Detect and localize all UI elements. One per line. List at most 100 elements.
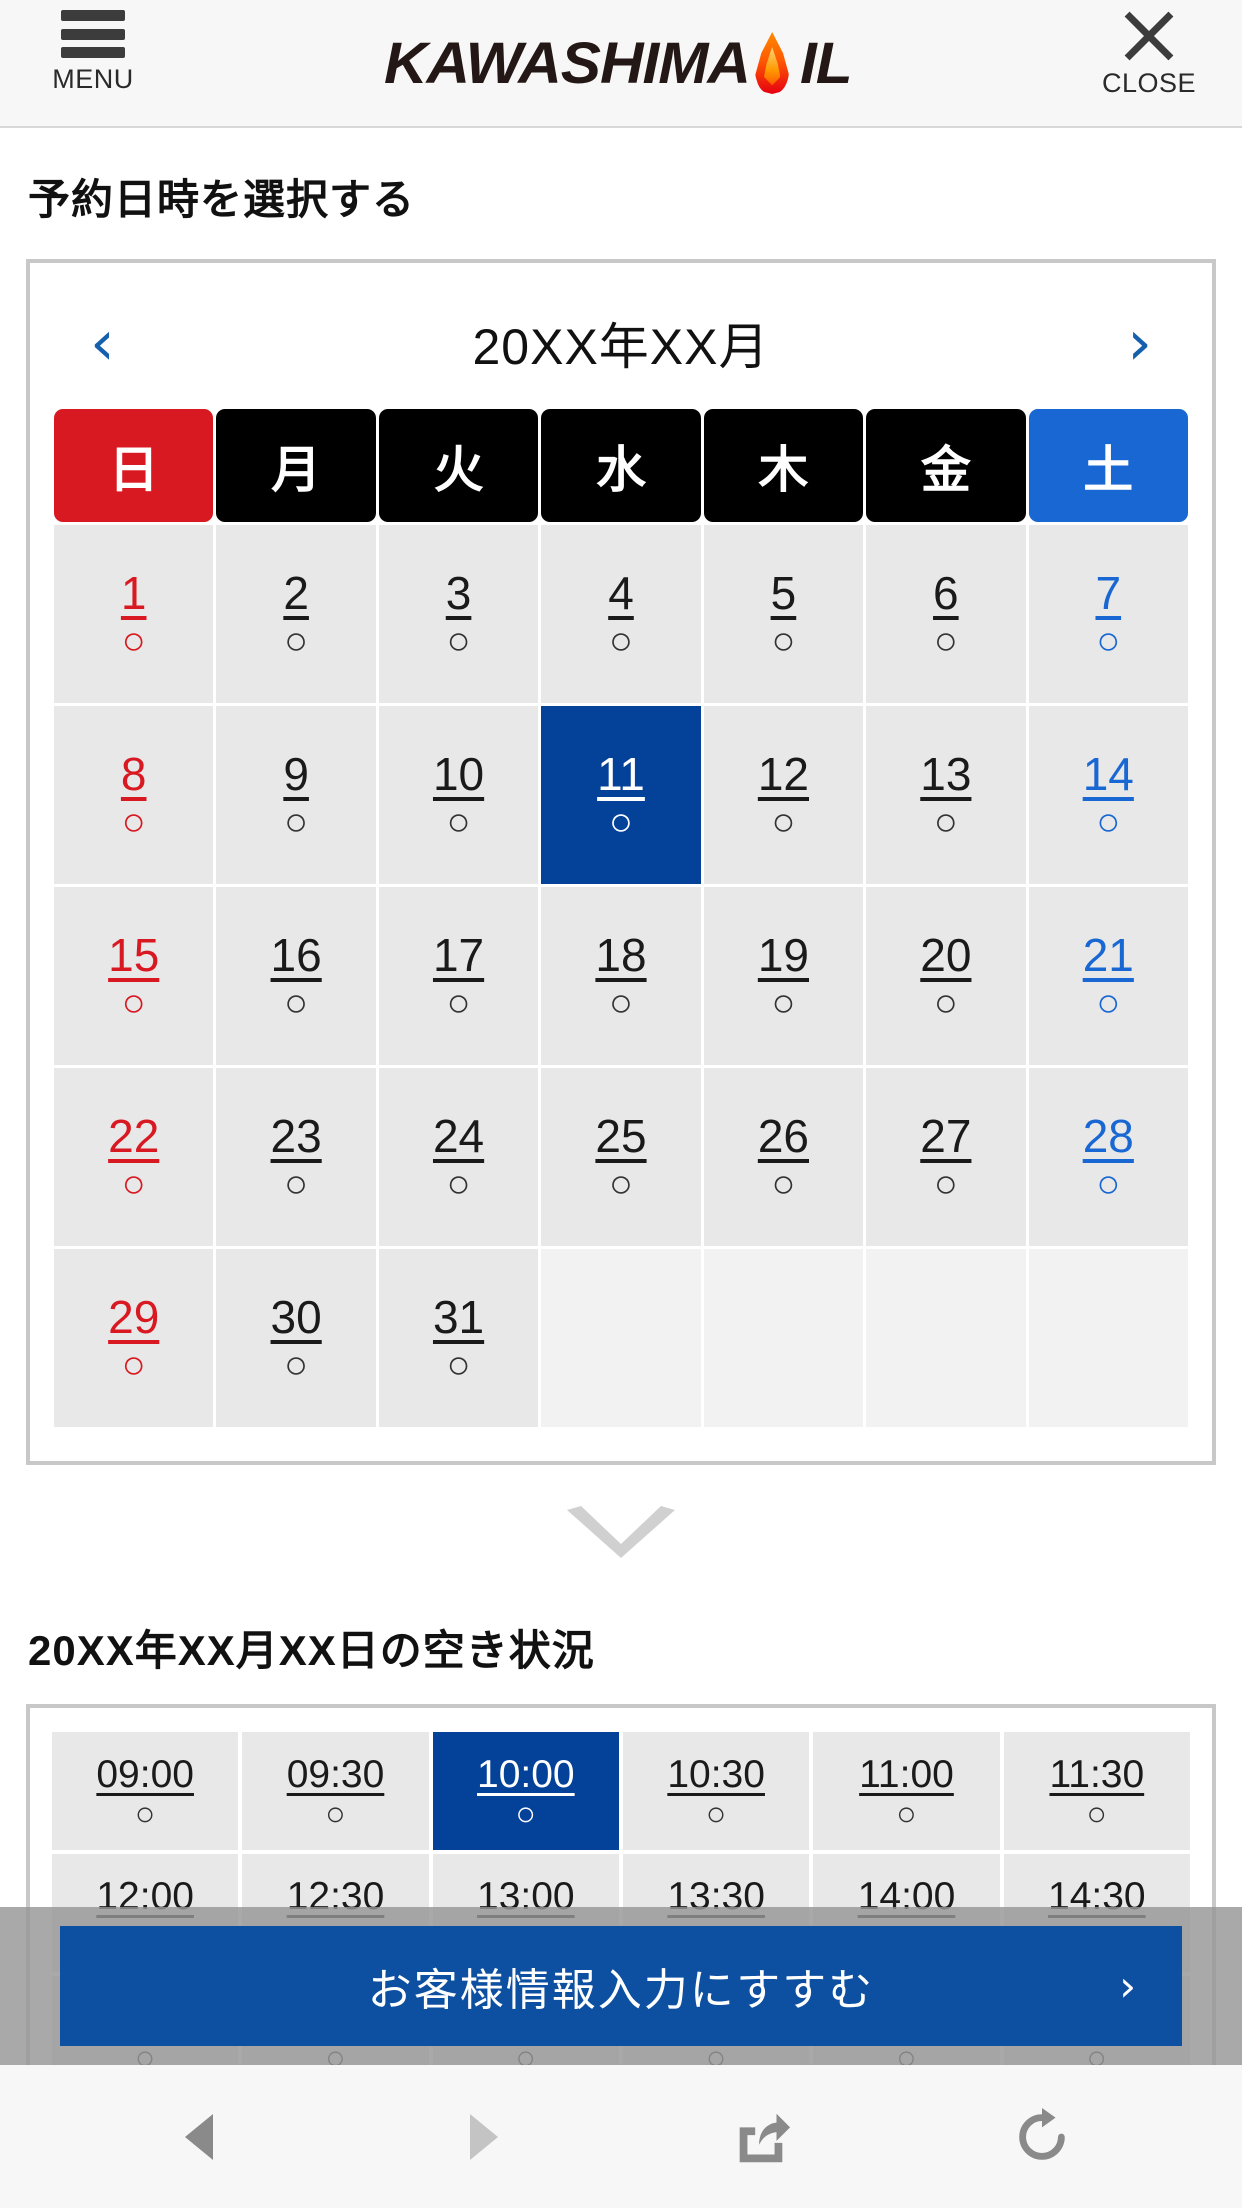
day-number: 2: [283, 566, 309, 619]
day-number: 9: [283, 747, 309, 800]
weekday-header-1: 月: [216, 409, 376, 522]
prev-month-button[interactable]: ‹: [90, 312, 115, 374]
day-number: 22: [108, 1109, 160, 1162]
day-number: 30: [270, 1290, 322, 1343]
calendar-day-12[interactable]: 12 ○: [703, 706, 864, 884]
day-number: 28: [1082, 1109, 1134, 1162]
calendar-day-13[interactable]: 13 ○: [866, 706, 1026, 884]
availability-mark: ○: [1096, 1162, 1121, 1207]
time-slot-1130[interactable]: 11:30 ○: [1003, 1732, 1190, 1850]
calendar-day-1[interactable]: 1 ○: [54, 525, 214, 703]
day-number: 21: [1082, 928, 1134, 981]
day-number: 18: [595, 928, 647, 981]
calendar-day-26[interactable]: 26 ○: [703, 1068, 864, 1246]
day-number: 10: [432, 747, 485, 800]
calendar-day-7[interactable]: 7 ○: [1028, 525, 1188, 703]
availability-mark: ○: [121, 619, 146, 664]
day-number: 31: [432, 1290, 485, 1343]
calendar-day-6[interactable]: 6 ○: [866, 525, 1026, 703]
availability-mark: ○: [933, 981, 958, 1026]
time-slot-label: 09:00: [96, 1752, 194, 1796]
availability-mark: ○: [121, 1162, 146, 1207]
day-number: 25: [595, 1109, 647, 1162]
menu-button[interactable]: MENU: [18, 10, 168, 95]
calendar-day-25[interactable]: 25 ○: [541, 1068, 701, 1246]
time-slot-0900[interactable]: 09:00 ○: [52, 1732, 239, 1850]
time-slot-1000[interactable]: 10:00 ○: [432, 1732, 619, 1850]
availability-mark: ○: [284, 619, 309, 664]
calendar-day-18[interactable]: 18 ○: [541, 887, 701, 1065]
calendar-month-label: 20XX年XX月: [472, 319, 770, 375]
calendar-day-4[interactable]: 4 ○: [541, 525, 701, 703]
day-number: 12: [757, 747, 809, 800]
availability-mark: ○: [608, 619, 634, 664]
logo-text: KAWASHIMA: [384, 30, 751, 96]
calendar-day-9[interactable]: 9 ○: [216, 706, 376, 884]
calendar-day-31[interactable]: 31 ○: [378, 1249, 539, 1427]
availability-mark: ○: [933, 800, 958, 845]
calendar-day-24[interactable]: 24 ○: [378, 1068, 539, 1246]
day-number: 3: [445, 566, 472, 619]
calendar-day-16[interactable]: 16 ○: [216, 887, 376, 1065]
day-number: 16: [270, 928, 322, 981]
calendar-nav: ‹ 20XX年XX月 ›: [54, 289, 1188, 409]
menu-label: MENU: [52, 64, 134, 94]
availability-mark: ○: [284, 981, 309, 1026]
page-title: 予約日時を選択する: [28, 176, 416, 223]
calendar-cell-empty: [541, 1249, 701, 1427]
availability-mark: ○: [134, 1794, 156, 1833]
next-month-button[interactable]: ›: [1127, 312, 1152, 374]
scroll-down-indicator: [26, 1475, 1216, 1595]
availability-mark: ○: [771, 981, 796, 1026]
cta-bar: お客様情報入力にすすむ ›: [0, 1907, 1242, 2065]
availability-mark: ○: [933, 1162, 958, 1207]
calendar-day-17[interactable]: 17 ○: [378, 887, 539, 1065]
share-icon[interactable]: [730, 2106, 792, 2168]
calendar-day-27[interactable]: 27 ○: [866, 1068, 1026, 1246]
close-label: CLOSE: [1101, 68, 1197, 98]
calendar-day-29[interactable]: 29 ○: [54, 1249, 214, 1427]
availability-mark: ○: [446, 800, 471, 845]
chevron-right-icon: ›: [1119, 1961, 1138, 2011]
calendar-day-14[interactable]: 14 ○: [1028, 706, 1188, 884]
time-slot-label: 10:30: [667, 1752, 765, 1796]
close-button[interactable]: CLOSE: [1074, 10, 1224, 99]
day-number: 19: [757, 928, 809, 981]
weekday-header-4: 木: [703, 409, 864, 522]
calendar-day-23[interactable]: 23 ○: [216, 1068, 376, 1246]
calendar-day-30[interactable]: 30 ○: [216, 1249, 376, 1427]
calendar-day-8[interactable]: 8 ○: [54, 706, 214, 884]
calendar-day-3[interactable]: 3 ○: [378, 525, 539, 703]
availability-mark: ○: [1096, 619, 1121, 664]
calendar-day-5[interactable]: 5 ○: [703, 525, 864, 703]
weekday-header-5: 金: [866, 409, 1026, 522]
calendar-cell-empty: [866, 1249, 1026, 1427]
calendar-day-19[interactable]: 19 ○: [703, 887, 864, 1065]
chevron-down-icon: [567, 1506, 675, 1558]
calendar-day-22[interactable]: 22 ○: [54, 1068, 214, 1246]
calendar-day-15[interactable]: 15 ○: [54, 887, 214, 1065]
page-content: 予約日時を選択する ‹ 20XX年XX月 › 日月火水木金土 1 ○ 2 ○ 3 ○ 4 ○ 5…: [0, 166, 1242, 2208]
time-slot-1030[interactable]: 10:30 ○: [622, 1732, 810, 1850]
day-number: 1: [120, 566, 147, 619]
day-number: 6: [933, 566, 959, 619]
day-number: 24: [432, 1109, 485, 1162]
time-slot-1100[interactable]: 11:00 ○: [813, 1732, 1000, 1850]
calendar-day-21[interactable]: 21 ○: [1028, 887, 1188, 1065]
day-number: 13: [920, 747, 972, 800]
weekday-header-6: 土: [1028, 409, 1188, 522]
time-slot-0930[interactable]: 09:30 ○: [242, 1732, 429, 1850]
back-arrow-icon[interactable]: [169, 2106, 231, 2168]
calendar-days-grid: 1 ○ 2 ○ 3 ○ 4 ○ 5 ○ 6 ○ 7 ○ 8 ○ 9 ○ 10 ○ 11 ○ 12 ○ 13 ○ 14 ○ 15 ○ 16 ○ 1…: [54, 525, 1188, 1427]
reload-icon[interactable]: [1011, 2106, 1073, 2168]
calendar-day-11[interactable]: 11 ○: [541, 706, 701, 884]
proceed-button[interactable]: お客様情報入力にすすむ ›: [60, 1926, 1182, 2046]
forward-arrow-icon[interactable]: [450, 2106, 512, 2168]
calendar-day-10[interactable]: 10 ○: [378, 706, 539, 884]
availability-mark: ○: [933, 619, 958, 664]
availability-mark: ○: [1096, 800, 1121, 845]
calendar-day-28[interactable]: 28 ○: [1028, 1068, 1188, 1246]
availability-mark: ○: [325, 1794, 346, 1833]
calendar-day-20[interactable]: 20 ○: [866, 887, 1026, 1065]
calendar-day-2[interactable]: 2 ○: [216, 525, 376, 703]
